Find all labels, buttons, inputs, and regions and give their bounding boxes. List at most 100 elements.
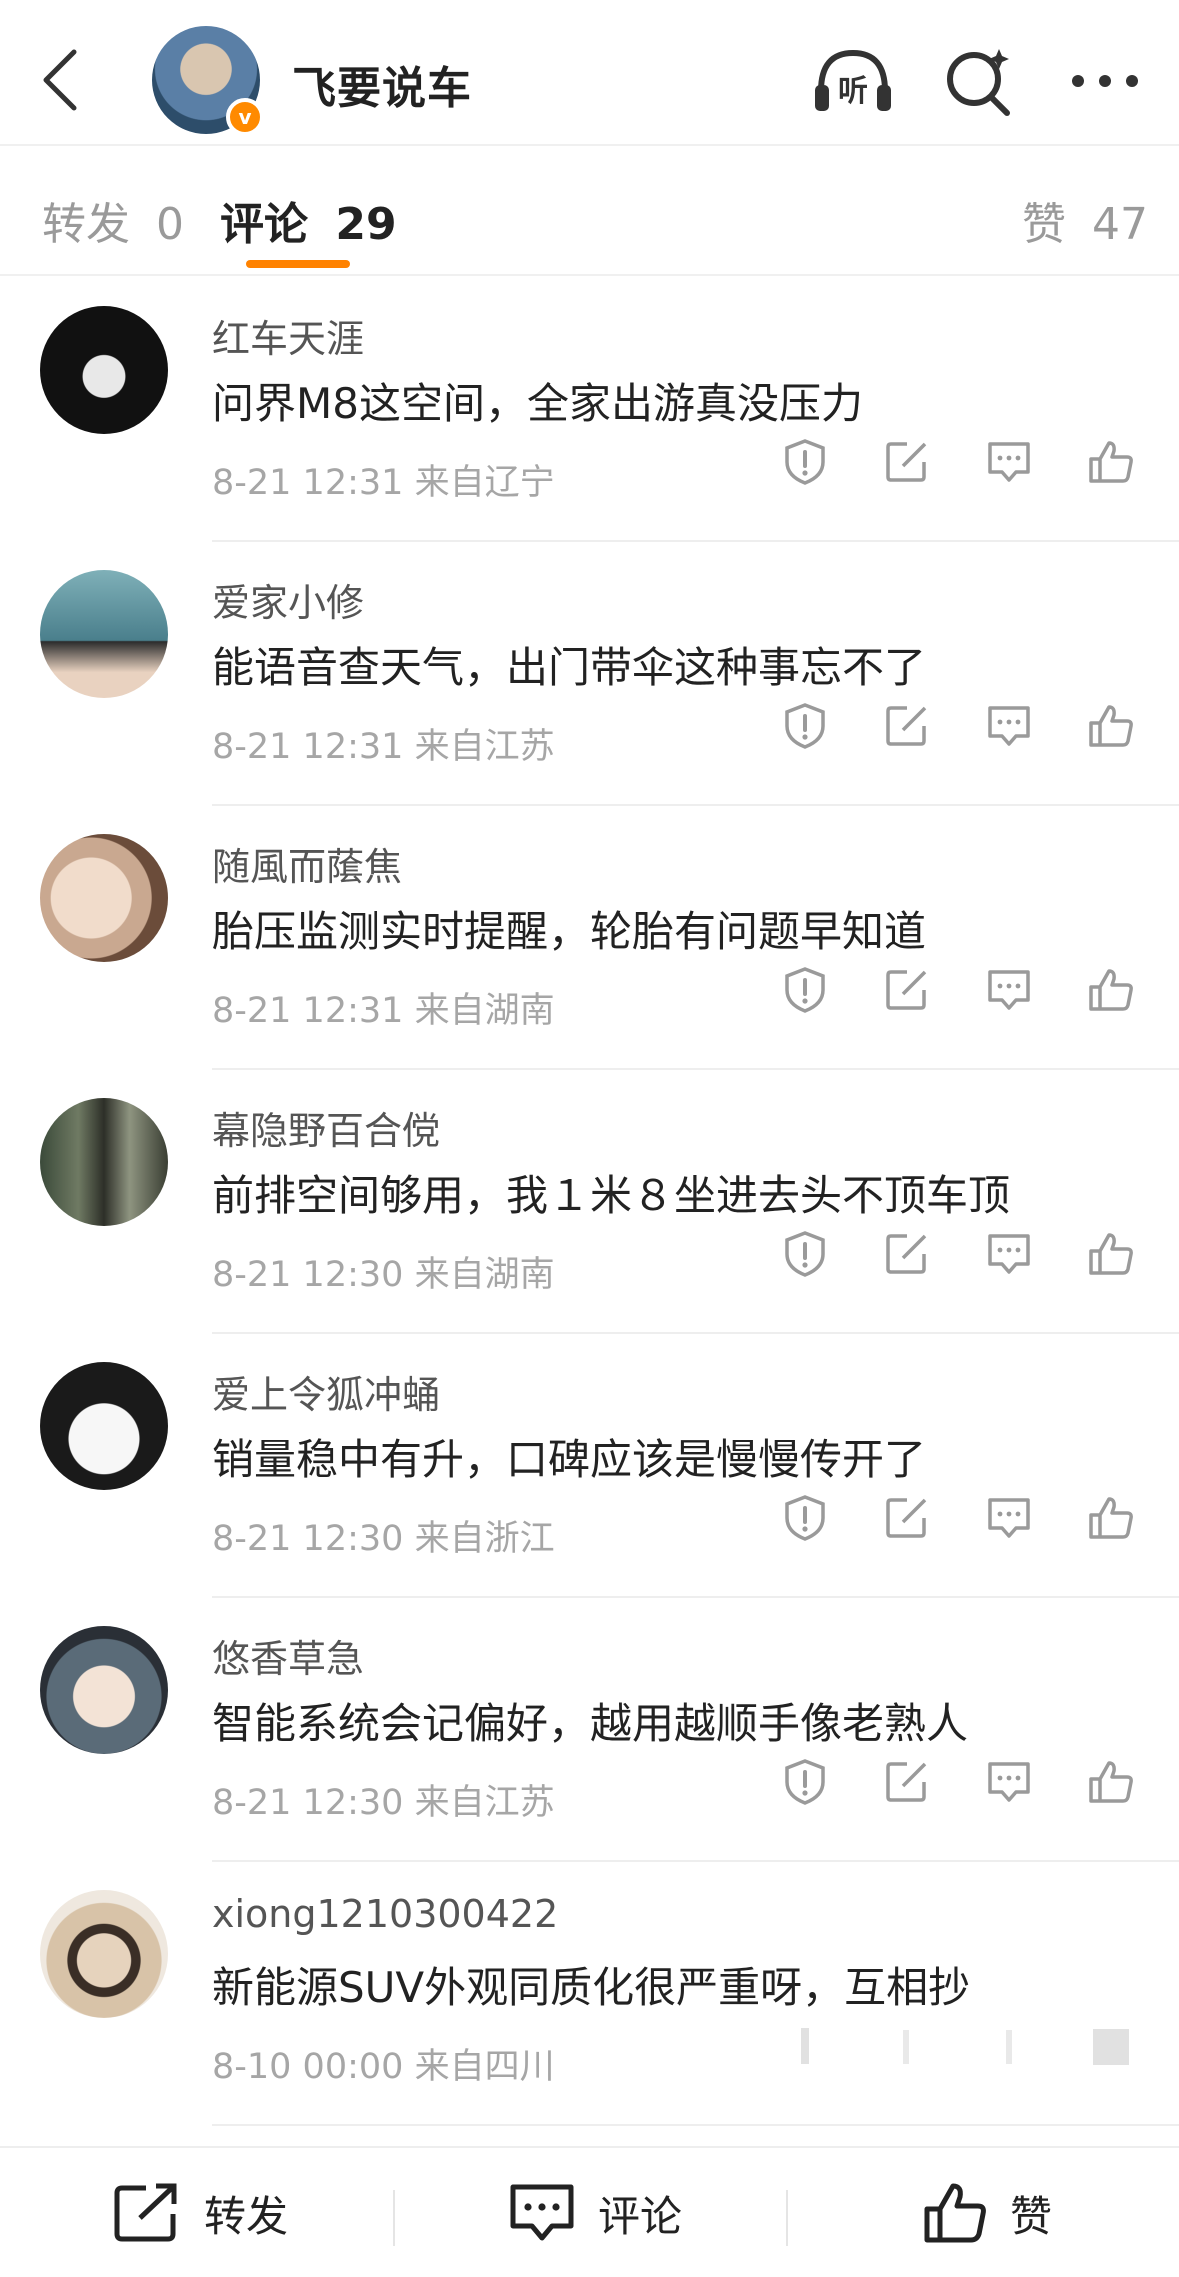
share-button[interactable] bbox=[883, 2022, 931, 2070]
reply-button[interactable] bbox=[985, 702, 1033, 750]
comment-text: 问界M8这空间，全家出游真没压力 bbox=[212, 379, 863, 428]
author-name[interactable]: 飞要说车 bbox=[292, 52, 472, 116]
comment-bubble-icon bbox=[988, 1762, 1030, 1802]
comment-location: 来自浙江 bbox=[414, 1519, 555, 1559]
comment-item: 幕隐野百合傥 前排空间够用，我１米８坐进去头不顶车顶 8-21 12:30 来自… bbox=[0, 1070, 1179, 1334]
comment-item: 红车天涯 问界M8这空间，全家出游真没压力 8-21 12:31 来自辽宁 bbox=[0, 278, 1179, 542]
comment-divider bbox=[212, 2124, 1179, 2126]
top-nav-bar: v 飞要说车 听 bbox=[0, 0, 1179, 146]
share-button[interactable] bbox=[883, 1494, 931, 1542]
comment-text: 胎压监测实时提醒，轮胎有问题早知道 bbox=[212, 907, 927, 956]
shield-warning-icon bbox=[785, 1231, 825, 1277]
comment-bubble-icon bbox=[988, 1498, 1030, 1538]
commenter-avatar[interactable] bbox=[40, 1626, 168, 1754]
tab-likes-label: 赞 bbox=[1022, 199, 1066, 250]
comment-location: 来自四川 bbox=[414, 2047, 555, 2087]
shield-warning-icon bbox=[785, 703, 825, 749]
commenter-name[interactable]: 爱上令狐冲蛹 bbox=[212, 1364, 440, 1419]
comment-text: 智能系统会记偏好，越用越顺手像老熟人 bbox=[212, 1699, 969, 1748]
reply-button[interactable] bbox=[985, 1758, 1033, 1806]
share-button[interactable] bbox=[883, 1758, 931, 1806]
search-icon bbox=[947, 49, 1010, 116]
commenter-avatar[interactable] bbox=[40, 1890, 168, 2018]
back-button[interactable] bbox=[28, 40, 92, 120]
repost-button[interactable]: 转发 bbox=[112, 2178, 288, 2248]
like-button[interactable] bbox=[1087, 1758, 1135, 1806]
thumbs-up-icon bbox=[1089, 441, 1133, 483]
comment-location: 来自湖南 bbox=[414, 1255, 555, 1295]
search-button[interactable] bbox=[937, 39, 1021, 123]
comment-meta: 8-21 12:30 来自江苏 bbox=[212, 1774, 555, 1825]
more-button[interactable] bbox=[1063, 39, 1147, 123]
reply-button[interactable] bbox=[985, 1494, 1033, 1542]
comment-time: 8-21 12:31 bbox=[212, 463, 404, 503]
share-button[interactable] bbox=[883, 966, 931, 1014]
report-button[interactable] bbox=[781, 2022, 829, 2070]
report-button[interactable] bbox=[781, 438, 829, 486]
comment-label: 评论 bbox=[598, 2191, 683, 2241]
reply-button[interactable] bbox=[985, 966, 1033, 1014]
like-button[interactable] bbox=[1087, 702, 1135, 750]
commenter-avatar[interactable] bbox=[40, 1362, 168, 1490]
active-tab-indicator bbox=[246, 260, 350, 268]
like-button[interactable] bbox=[1087, 1230, 1135, 1278]
tab-bar: 转发 0 评论 29 赞 47 bbox=[0, 148, 1179, 276]
commenter-avatar[interactable] bbox=[40, 834, 168, 962]
commenter-name[interactable]: 爱家小修 bbox=[212, 572, 364, 627]
like-button[interactable] bbox=[1087, 966, 1135, 1014]
chevron-left-icon bbox=[43, 49, 77, 111]
share-icon bbox=[886, 1498, 927, 1538]
comment-item: 爱上令狐冲蛹 销量稳中有升，口碑应该是慢慢传开了 8-21 12:30 来自浙江 bbox=[0, 1334, 1179, 1598]
author-avatar[interactable]: v bbox=[152, 26, 264, 136]
commenter-avatar[interactable] bbox=[40, 1098, 168, 1226]
commenter-name[interactable]: xiong1210300422 bbox=[212, 1892, 558, 1936]
like-button[interactable] bbox=[1087, 1494, 1135, 1542]
like-button[interactable] bbox=[1087, 438, 1135, 486]
shield-warning-icon bbox=[785, 439, 825, 485]
comment-button[interactable]: 评论 bbox=[508, 2178, 682, 2248]
like-button-main[interactable]: 赞 bbox=[922, 2178, 1052, 2248]
share-icon bbox=[886, 706, 927, 746]
commenter-name[interactable]: 幕隐野百合傥 bbox=[212, 1100, 440, 1155]
thumbs-up-icon bbox=[1089, 705, 1133, 747]
comment-bubble-icon bbox=[988, 1234, 1030, 1274]
listen-label: 听 bbox=[838, 74, 868, 109]
comment-location: 来自江苏 bbox=[414, 1783, 555, 1823]
commenter-name[interactable]: 红车天涯 bbox=[212, 308, 364, 363]
thumbs-up-icon bbox=[1089, 969, 1133, 1011]
comment-text: 能语音查天气，出门带伞这种事忘不了 bbox=[212, 643, 927, 692]
report-button[interactable] bbox=[781, 702, 829, 750]
comment-time: 8-10 00:00 bbox=[212, 2047, 404, 2087]
commenter-name[interactable]: 悠香草急 bbox=[212, 1628, 364, 1683]
share-button[interactable] bbox=[883, 1230, 931, 1278]
reply-button[interactable] bbox=[985, 1230, 1033, 1278]
tab-comments[interactable]: 评论 29 bbox=[220, 188, 397, 252]
comment-meta: 8-21 12:31 来自江苏 bbox=[212, 718, 555, 769]
share-icon bbox=[886, 442, 927, 482]
report-button[interactable] bbox=[781, 1758, 829, 1806]
thumbs-up-icon bbox=[924, 2183, 986, 2243]
commenter-avatar[interactable] bbox=[40, 306, 168, 434]
tab-comments-count: 29 bbox=[335, 199, 397, 250]
tab-likes-count: 47 bbox=[1092, 199, 1148, 250]
more-dots-icon bbox=[1072, 75, 1138, 87]
commenter-avatar[interactable] bbox=[40, 570, 168, 698]
shield-warning-icon bbox=[801, 2028, 809, 2064]
like-button[interactable] bbox=[1087, 2022, 1135, 2070]
tab-likes[interactable]: 赞 47 bbox=[1022, 188, 1148, 252]
tab-repost[interactable]: 转发 0 bbox=[42, 188, 184, 252]
commenter-name[interactable]: 随風而䕃焦 bbox=[212, 836, 402, 891]
report-button[interactable] bbox=[781, 966, 829, 1014]
share-icon bbox=[886, 1234, 927, 1274]
reply-button[interactable] bbox=[985, 438, 1033, 486]
reply-button[interactable] bbox=[985, 2022, 1033, 2070]
listen-button[interactable]: 听 bbox=[811, 39, 895, 123]
report-button[interactable] bbox=[781, 1494, 829, 1542]
thumbs-up-icon bbox=[1093, 2029, 1129, 2065]
report-button[interactable] bbox=[781, 1230, 829, 1278]
comment-item: 随風而䕃焦 胎压监测实时提醒，轮胎有问题早知道 8-21 12:31 来自湖南 bbox=[0, 806, 1179, 1070]
share-button[interactable] bbox=[883, 438, 931, 486]
comment-meta: 8-10 00:00 来自四川 bbox=[212, 2038, 555, 2089]
share-button[interactable] bbox=[883, 702, 931, 750]
verified-badge-icon: v bbox=[226, 98, 264, 136]
